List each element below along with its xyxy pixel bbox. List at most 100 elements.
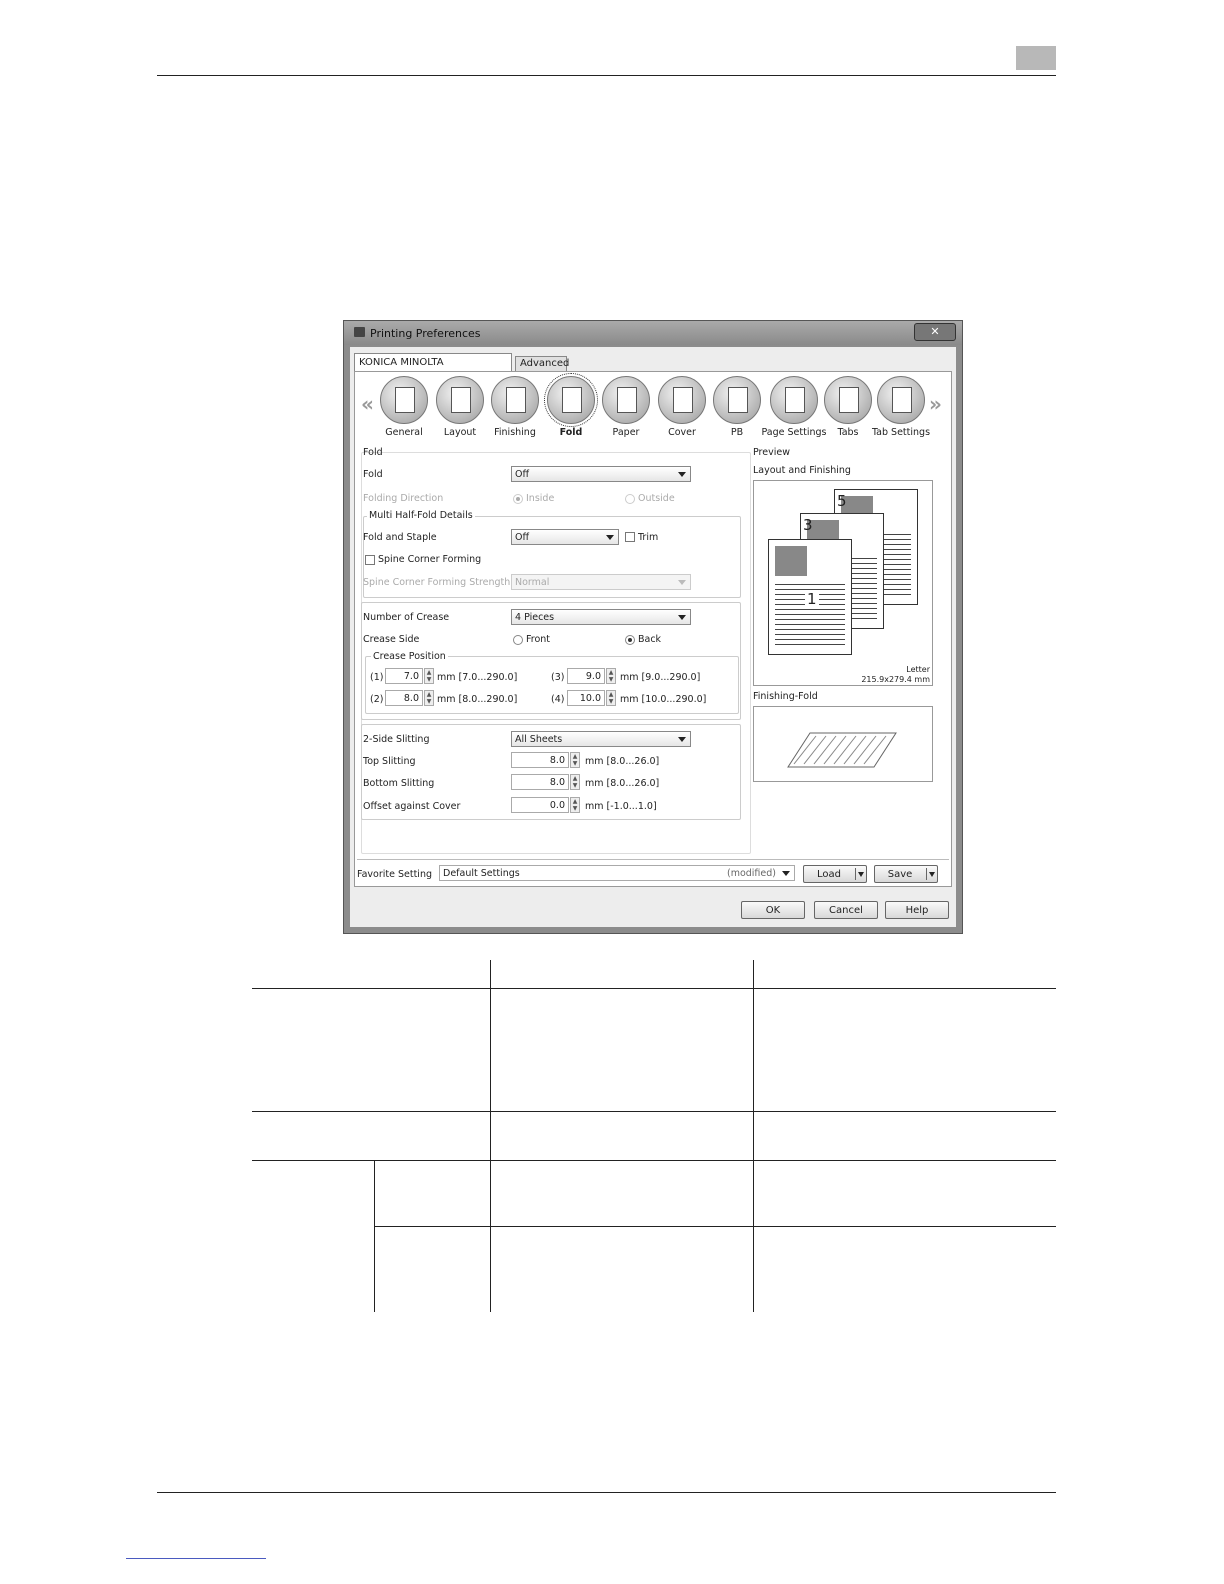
top-slitting-input[interactable]: 8.0	[511, 752, 569, 768]
bottom-slitting-input[interactable]: 8.0	[511, 774, 569, 790]
table-row-divider	[374, 1226, 1056, 1227]
icon-tabs[interactable]: Tabs	[821, 376, 875, 438]
offset-range: mm [-1.0...1.0]	[585, 801, 657, 812]
ok-button[interactable]: OK	[741, 901, 805, 919]
crease-count-label: Number of Crease	[363, 612, 450, 623]
tab-printer[interactable]: KONICA MINOLTA 1250/1052PS	[354, 353, 512, 385]
trim-checkbox[interactable]	[625, 532, 635, 542]
chevron-down-icon	[678, 615, 686, 620]
icon-finishing[interactable]: Finishing	[488, 376, 542, 438]
function-icon-bar: « General Layout Finishing Fold Paper Co…	[355, 373, 951, 440]
crease-4-spinner[interactable]: ▲ ▼	[606, 690, 616, 706]
close-button[interactable]: ✕	[914, 323, 956, 341]
tab-settings-icon	[892, 387, 912, 413]
icon-layout[interactable]: Layout	[433, 376, 487, 438]
icon-page-settings[interactable]: Page Settings	[759, 376, 829, 438]
back-radio[interactable]	[625, 635, 635, 645]
crease-3-input[interactable]: 9.0	[567, 668, 605, 684]
bottom-slitting-label: Bottom Slitting	[363, 778, 435, 789]
icon-label: Page Settings	[761, 427, 827, 438]
inside-label: Inside	[526, 493, 555, 504]
scroll-right-icon[interactable]: »	[929, 392, 942, 416]
slitting-label: 2-Side Slitting	[363, 734, 430, 745]
load-label: Load	[817, 869, 841, 880]
chevron-down-icon	[782, 871, 790, 876]
outside-radio[interactable]	[625, 494, 635, 504]
icon-tab-settings[interactable]: Tab Settings	[869, 376, 933, 438]
icon-pb[interactable]: PB	[710, 376, 764, 438]
icon-cover[interactable]: Cover	[655, 376, 709, 438]
spine-strength-select[interactable]: Normal	[511, 574, 691, 590]
paper-icon	[617, 387, 637, 413]
tab-advanced[interactable]: Advanced	[515, 356, 569, 371]
tab-body: « General Layout Finishing Fold Paper Co…	[354, 371, 952, 887]
table-row-divider	[252, 1111, 1056, 1112]
help-button[interactable]: Help	[885, 901, 949, 919]
crease-2-spinner[interactable]: ▲ ▼	[424, 690, 434, 706]
icon-general[interactable]: General	[377, 376, 431, 438]
crease-count-select[interactable]: 4 Pieces	[511, 609, 691, 625]
scroll-left-icon[interactable]: «	[361, 392, 374, 416]
favorite-select[interactable]: Default Settings (modified)	[439, 865, 795, 881]
paper-dims: 215.9x279.4 mm	[861, 675, 930, 684]
crease-index: (1)	[370, 672, 384, 683]
page-number: 3	[803, 516, 813, 534]
save-label: Save	[887, 869, 913, 880]
trim-label: Trim	[638, 532, 659, 543]
table-row-divider	[252, 1160, 1056, 1161]
crease-1-input[interactable]: 7.0	[385, 668, 423, 684]
fold-value: Off	[515, 469, 530, 480]
chevron-down-icon	[858, 872, 864, 877]
chevron-down-icon	[929, 872, 935, 877]
load-button[interactable]: Load	[803, 865, 867, 883]
table-col-divider	[374, 1160, 375, 1312]
chevron-down-icon	[678, 580, 686, 585]
top-slitting-label: Top Slitting	[363, 756, 416, 767]
crease-range: mm [8.0...290.0]	[437, 694, 518, 705]
crease-4-input[interactable]: 10.0	[567, 690, 605, 706]
spine-corner-checkbox[interactable]	[365, 555, 375, 565]
top-slitting-range: mm [8.0...26.0]	[585, 756, 660, 767]
page-number: 1	[805, 590, 819, 608]
inside-radio[interactable]	[513, 494, 523, 504]
icon-label: Layout	[443, 427, 477, 438]
save-button[interactable]: Save	[874, 865, 938, 883]
favorite-value: Default Settings	[443, 868, 520, 879]
crease-side-label: Crease Side	[363, 634, 420, 645]
crease-range: mm [10.0...290.0]	[620, 694, 707, 705]
multi-half-fold-title: Multi Half-Fold Details	[367, 510, 475, 521]
fold-preview	[753, 706, 933, 782]
footer-rule	[157, 1492, 1056, 1493]
favorite-label: Favorite Setting	[357, 869, 432, 880]
table-col-divider	[753, 960, 754, 1312]
icon-label: Finishing	[494, 427, 536, 438]
dialog-client: KONICA MINOLTA 1250/1052PS Advanced « Ge…	[350, 347, 956, 927]
bottom-slitting-spinner[interactable]: ▲ ▼	[570, 774, 580, 790]
fold-and-staple-select[interactable]: Off	[511, 529, 619, 545]
fold-select[interactable]: Off	[511, 466, 691, 482]
icon-label: Paper	[612, 427, 640, 438]
page-settings-icon	[785, 387, 805, 413]
icon-paper[interactable]: Paper	[599, 376, 653, 438]
crease-3-spinner[interactable]: ▲ ▼	[606, 668, 616, 684]
title-bar[interactable]: Printing Preferences ✕	[344, 321, 962, 345]
header-rule	[157, 75, 1056, 76]
fold-diagram-icon	[787, 732, 897, 768]
offset-input[interactable]: 0.0	[511, 797, 569, 813]
cancel-button[interactable]: Cancel	[814, 901, 878, 919]
dialog-title: Printing Preferences	[370, 327, 481, 340]
spine-strength-label: Spine Corner Forming Strength	[363, 577, 511, 588]
icon-fold[interactable]: Fold	[544, 373, 598, 438]
general-icon	[395, 387, 415, 413]
slitting-select[interactable]: All Sheets	[511, 731, 691, 747]
crease-2-input[interactable]: 8.0	[385, 690, 423, 706]
icon-label: Cover	[668, 427, 696, 438]
offset-spinner[interactable]: ▲ ▼	[570, 797, 580, 813]
top-slitting-spinner[interactable]: ▲ ▼	[570, 752, 580, 768]
front-radio[interactable]	[513, 635, 523, 645]
finishing-fold-label: Finishing-Fold	[753, 691, 818, 702]
table-col-divider	[490, 960, 491, 1312]
crease-1-spinner[interactable]: ▲ ▼	[424, 668, 434, 684]
crease-range: mm [9.0...290.0]	[620, 672, 701, 683]
chevron-down-icon	[678, 472, 686, 477]
